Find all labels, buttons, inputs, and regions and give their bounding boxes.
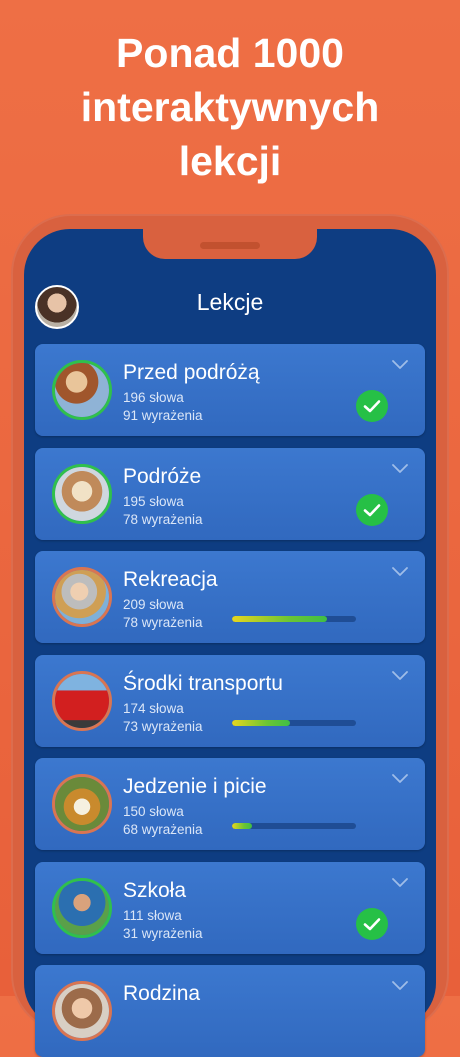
lesson-phrase-count: 78 wyrażenia: [123, 615, 203, 630]
couple-selfie-icon: [52, 567, 112, 627]
lesson-word-count: 150 słowa: [123, 804, 184, 819]
lesson-progress-fill: [232, 616, 328, 622]
lesson-progress-bar: [232, 616, 356, 622]
chevron-down-icon[interactable]: [392, 981, 408, 991]
chevron-down-icon[interactable]: [392, 567, 408, 577]
family-icon: [52, 981, 112, 1041]
lesson-phrase-count: 78 wyrażenia: [123, 512, 203, 527]
check-icon: [356, 390, 388, 422]
double-decker-bus-icon: [52, 671, 112, 731]
lesson-title: Przed podróżą: [123, 361, 260, 384]
lesson-title: Jedzenie i picie: [123, 775, 267, 798]
lesson-title: Podróże: [123, 465, 202, 488]
chevron-down-icon[interactable]: [392, 464, 408, 474]
page-title: Lekcje: [196, 289, 264, 315]
lesson-phrase-count: 31 wyrażenia: [123, 926, 203, 941]
headline: Ponad 1000 interaktywnych lekcji: [0, 26, 460, 188]
chevron-down-icon[interactable]: [392, 774, 408, 784]
lesson-phrase-count: 73 wyrażenia: [123, 719, 203, 734]
check-icon: [356, 494, 388, 526]
lesson-card[interactable]: Podróże 195 słowa 78 wyrażenia: [35, 448, 425, 540]
chevron-down-icon[interactable]: [392, 360, 408, 370]
lesson-progress-bar: [232, 720, 356, 726]
traveler-with-map-icon: [52, 360, 112, 420]
teacher-with-apple-icon: [52, 878, 112, 938]
lesson-progress-fill: [232, 823, 252, 829]
user-avatar[interactable]: [35, 285, 79, 329]
lesson-progress-fill: [232, 720, 291, 726]
lesson-word-count: 174 słowa: [123, 701, 184, 716]
lesson-title: Szkoła: [123, 879, 187, 902]
chevron-down-icon[interactable]: [392, 671, 408, 681]
lesson-card[interactable]: Jedzenie i picie 150 słowa 68 wyrażenia: [35, 758, 425, 850]
headline-line-1: Ponad 1000: [116, 30, 344, 76]
check-icon: [356, 908, 388, 940]
lesson-phrase-count: 91 wyrażenia: [123, 408, 203, 423]
lesson-card[interactable]: Szkoła 111 słowa 31 wyrażenia: [35, 862, 425, 954]
lesson-card[interactable]: Przed podróżą 196 słowa 91 wyrażenia: [35, 344, 425, 436]
lesson-title: Rodzina: [123, 982, 201, 1005]
lesson-title: Środki transportu: [123, 672, 283, 695]
wine-and-food-icon: [52, 774, 112, 834]
lesson-title: Rekreacja: [123, 568, 218, 591]
lesson-progress-bar: [232, 823, 356, 829]
couple-with-map-icon: [52, 464, 112, 524]
phone-speaker: [200, 242, 260, 249]
lesson-word-count: 209 słowa: [123, 597, 184, 612]
lesson-card[interactable]: Środki transportu 174 słowa 73 wyrażenia: [35, 655, 425, 747]
headline-line-2: interaktywnych: [80, 84, 380, 130]
lesson-word-count: 195 słowa: [123, 494, 184, 509]
lesson-card[interactable]: Rekreacja 209 słowa 78 wyrażenia: [35, 551, 425, 643]
lesson-word-count: 196 słowa: [123, 390, 184, 405]
headline-line-3: lekcji: [178, 138, 282, 184]
lesson-card[interactable]: Rodzina: [35, 965, 425, 1057]
chevron-down-icon[interactable]: [392, 878, 408, 888]
lesson-word-count: 111 słowa: [123, 908, 182, 923]
lesson-phrase-count: 68 wyrażenia: [123, 822, 203, 837]
